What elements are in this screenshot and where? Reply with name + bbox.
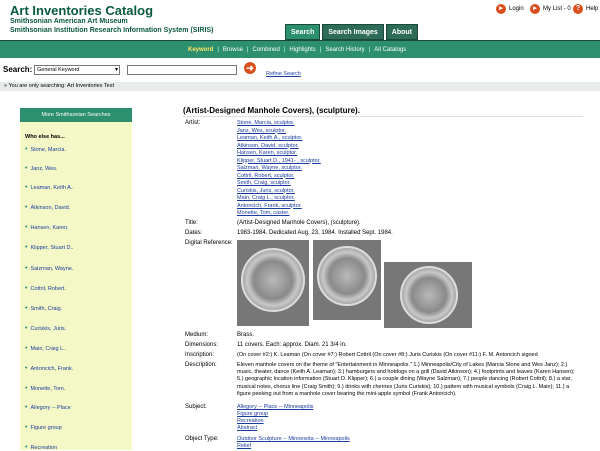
sidebar-item[interactable]: • Curiskis, Juris. — [25, 325, 66, 332]
inscription-value: (On cover #2:) K. Leaman (On cover #7:) … — [237, 352, 538, 358]
sidebar-heading: More Smithsonian Searches — [20, 108, 132, 122]
login-link[interactable]: ▸ Login — [496, 2, 524, 16]
manhole-cover-image[interactable] — [313, 240, 381, 320]
dimensions-value: 11 covers. Each: approx. Diam. 21 3/4 in… — [237, 342, 347, 348]
artist-link[interactable]: Stone, Marcia, sculptor. — [237, 120, 294, 126]
list-icon: ▸ — [530, 4, 540, 14]
sidebar-item[interactable]: • Salzman, Wayne. — [25, 265, 73, 272]
sidebar-item[interactable]: • Allegory -- Place — [25, 404, 71, 411]
artist-link[interactable]: Main, Craig L., sculptor. — [237, 195, 295, 201]
subject-label: Subject: — [185, 404, 207, 410]
tab-search[interactable]: Search — [285, 24, 321, 40]
digital-reference-label: Digital Reference: — [185, 240, 233, 246]
nav-search-history[interactable]: Search History — [321, 47, 368, 53]
sidebar-item[interactable]: • Janz, Wes. — [25, 165, 58, 172]
artist-link[interactable]: Curiskis, Juris, sculptor. — [237, 188, 295, 194]
my-list-link[interactable]: ▸ My List - 0 — [530, 2, 571, 16]
nav-combined[interactable]: Combined — [248, 47, 283, 53]
who-else-label: Who else has... — [25, 134, 65, 140]
search-input[interactable] — [127, 65, 237, 75]
record-title: (Artist-Designed Manhole Covers), (sculp… — [183, 106, 360, 115]
dimensions-label: Dimensions: — [185, 342, 219, 348]
app-title[interactable]: Art Inventories Catalog — [10, 3, 153, 18]
artist-link[interactable]: Smith, Craig, sculptor. — [237, 180, 291, 186]
subject-link[interactable]: Figure group — [237, 411, 268, 417]
nav-browse[interactable]: Browse — [219, 47, 247, 53]
help-label: Help — [586, 6, 599, 12]
description-value: Eleven manhole covers on the theme of "E… — [237, 362, 575, 397]
search-type-value: General Keyword — [37, 67, 80, 73]
sidebar-item[interactable]: • Atkinson, David. — [25, 204, 70, 211]
artist-link[interactable]: Leaman, Keith A., sculptor. — [237, 135, 302, 141]
object-type-label: Object Type: — [185, 436, 219, 442]
sidebar-item[interactable]: • Stone, Marcia. — [25, 146, 66, 153]
search-row: Search: General Keyword ▾ ➜ Refine Searc… — [0, 62, 600, 78]
medium-value: Brass. — [237, 332, 255, 338]
inscription-label: Inscription: — [185, 352, 215, 358]
login-label: Login — [509, 6, 524, 12]
object-type-link[interactable]: Relief — [237, 443, 251, 449]
subject-link[interactable]: Allegory -- Place -- Minneapolis — [237, 404, 313, 410]
search-type-select[interactable]: General Keyword ▾ — [34, 65, 120, 75]
title-value: (Artist-Designed Manhole Covers), (sculp… — [237, 220, 361, 226]
main-tabs: Search Search Images About — [285, 24, 418, 40]
title-label: Title: — [185, 220, 198, 226]
description-label: Description: — [185, 362, 217, 368]
search-mode-nav: Keyword | Browse | Combined | Highlights | S… — [0, 40, 600, 58]
subject-link[interactable]: Abstract — [237, 425, 257, 431]
sidebar-item[interactable]: • Smith, Craig. — [25, 305, 62, 312]
nav-highlights[interactable]: Highlights — [285, 47, 319, 53]
search-go-button[interactable]: ➜ — [244, 62, 256, 74]
manhole-cover-image[interactable] — [384, 262, 472, 328]
dates-label: Dates: — [185, 230, 203, 236]
sidebar-item[interactable]: • Hansen, Karen. — [25, 224, 69, 231]
museum-name: Smithsonian American Art Museum — [10, 18, 128, 25]
my-list-label: My List - 0 — [543, 6, 571, 12]
nav-keyword[interactable]: Keyword — [184, 47, 217, 53]
artist-link[interactable]: Hansen, Karen, sculptor. — [237, 150, 297, 156]
sidebar-item[interactable]: • Leaman, Keith A.. — [25, 184, 74, 191]
sidebar-item[interactable]: • Monette, Tom. — [25, 385, 65, 392]
artist-link[interactable]: Monette, Tom, caster. — [237, 210, 289, 216]
sidebar-item[interactable]: • Figure group — [25, 424, 62, 431]
help-link[interactable]: ? Help — [573, 2, 598, 16]
arrow-right-icon: ➜ — [246, 63, 254, 73]
artist-link[interactable]: Cottril, Robert, sculptor. — [237, 173, 294, 179]
artist-label: Artist: — [185, 120, 201, 126]
chevron-down-icon: ▾ — [114, 67, 118, 73]
login-icon: ▸ — [496, 4, 506, 14]
system-name: Smithsonian Institution Research Informa… — [10, 27, 214, 34]
searching-scope: » You are only searching: Art Inventorie… — [0, 82, 600, 91]
refine-search-link[interactable]: Refine Search — [266, 71, 301, 77]
dates-value: 1983-1984. Dedicated Aug. 23, 1984. Inst… — [237, 230, 393, 236]
search-label: Search: — [3, 65, 33, 74]
nav-all-catalogs[interactable]: All Catalogs — [370, 47, 410, 53]
help-icon: ? — [573, 4, 583, 14]
artist-link[interactable]: Antoncich, Frank, sculptor. — [237, 203, 302, 209]
artist-link[interactable]: Janz, Wes, sculptor. — [237, 128, 286, 134]
tab-about[interactable]: About — [385, 24, 418, 40]
sidebar-item[interactable]: • Antoncich, Frank. — [25, 365, 73, 372]
sidebar-item[interactable]: • Klipper, Stuart D.. — [25, 244, 74, 251]
artist-link[interactable]: Klipper, Stuart D., 1941- , sculptor. — [237, 158, 321, 164]
divider — [183, 116, 583, 117]
header: Art Inventories Catalog Smithsonian Amer… — [0, 0, 600, 40]
object-type-link[interactable]: Outdoor Sculpture -- Minnesota -- Minnea… — [237, 436, 350, 442]
artist-link[interactable]: Atkinson, David, sculptor. — [237, 143, 299, 149]
manhole-cover-image[interactable] — [237, 240, 309, 326]
tab-search-images[interactable]: Search Images — [322, 24, 384, 40]
medium-label: Medium: — [185, 332, 209, 338]
sidebar: More Smithsonian Searches Who else has..… — [20, 108, 132, 451]
subject-link[interactable]: Recreation — [237, 418, 264, 424]
sidebar-item[interactable]: • Cottril, Robert. — [25, 285, 66, 292]
artist-link[interactable]: Salzman, Wayne, sculptor. — [237, 165, 302, 171]
sidebar-item[interactable]: • Main, Craig L.. — [25, 345, 66, 352]
